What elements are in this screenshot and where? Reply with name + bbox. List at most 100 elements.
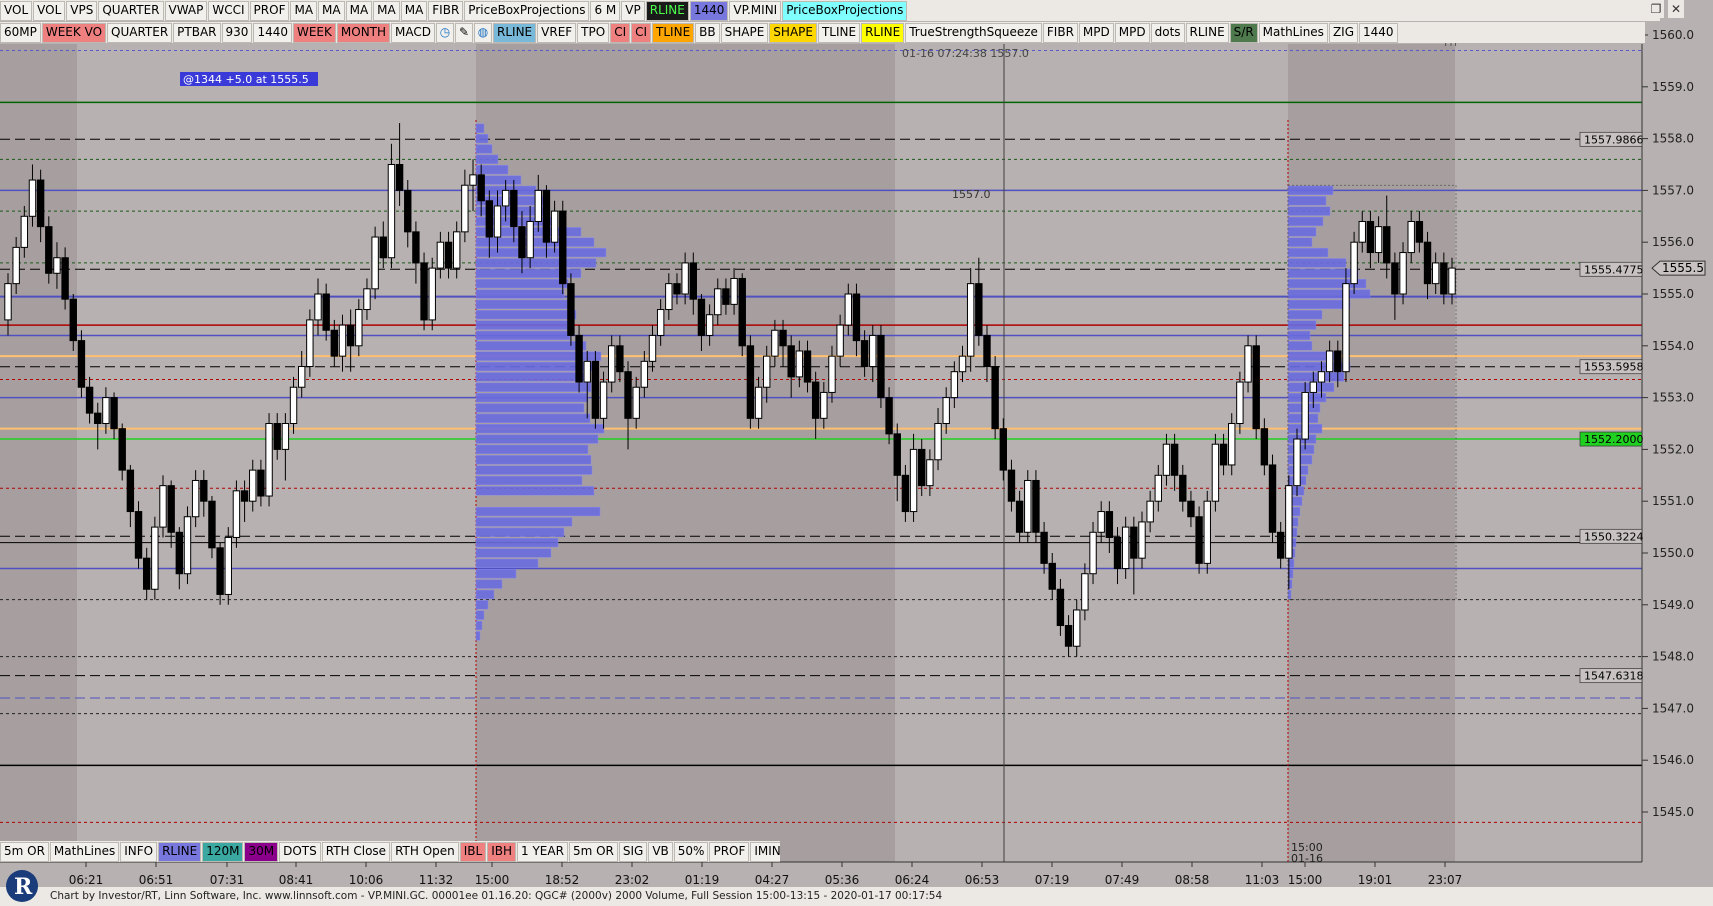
profile-bar: [475, 413, 591, 423]
toolbar-button-fibr[interactable]: FIBR: [428, 0, 464, 21]
toolbar-button-vol[interactable]: VOL: [33, 0, 66, 21]
candle-body: [240, 490, 249, 502]
toolbar-button-priceboxprojections[interactable]: PriceBoxProjections: [464, 0, 590, 21]
toolbar-button-bb[interactable]: BB: [695, 22, 720, 43]
toolbar-button-rline[interactable]: RLINE: [1185, 22, 1229, 43]
toolbar-button-week-vo[interactable]: WEEK VO: [41, 22, 107, 43]
candle-body: [420, 262, 428, 321]
toolbar-button-1440[interactable]: 1440: [1359, 22, 1398, 43]
toolbar-button-120m[interactable]: 120M: [202, 841, 244, 862]
profile-bar: [475, 237, 595, 247]
profile-bar: [475, 475, 583, 486]
level-label: 1557.9866: [1584, 133, 1644, 146]
toolbar-button-mathlines[interactable]: MathLines: [49, 841, 120, 862]
toolbar-button-vb[interactable]: VB: [648, 841, 673, 862]
toolbar-button-macd[interactable]: MACD: [391, 22, 436, 43]
toolbar-button-vwap[interactable]: VWAP: [164, 0, 208, 21]
toolbar-button-mpd[interactable]: MPD: [1078, 22, 1114, 43]
toolbar-button-ci[interactable]: CI: [631, 22, 652, 43]
close-window-icon[interactable]: ✕: [1668, 0, 1684, 18]
toolbar-button-ptbar[interactable]: PTBAR: [173, 22, 221, 43]
profile-bar: [1287, 299, 1351, 310]
toolbar-button-prof[interactable]: PROF: [249, 0, 290, 21]
toolbar-button-ma[interactable]: MA: [318, 0, 345, 21]
toolbar-button-rth-close[interactable]: RTH Close: [321, 841, 391, 862]
toolbar-button-week[interactable]: WEEK: [292, 22, 336, 43]
profile-bar: [475, 133, 489, 144]
toolbar-button-mathlines[interactable]: MathLines: [1258, 22, 1328, 43]
toolbar-button-truestrengthsqueeze[interactable]: TrueStrengthSqueeze: [905, 22, 1042, 43]
price-tick-label: 1545.0: [1652, 805, 1694, 819]
toolbar-button-60mp[interactable]: 60MP: [0, 22, 41, 43]
toolbar-button-vref[interactable]: VREF: [537, 22, 577, 43]
candle-body: [1048, 562, 1056, 590]
toolbar-button-5m-or[interactable]: 5m OR: [568, 841, 618, 862]
candle-body: [469, 174, 477, 186]
toolbar-button-tpo[interactable]: TPO: [577, 22, 610, 43]
candle-body: [1301, 391, 1309, 440]
candle-body: [599, 381, 608, 419]
toolbar-button-quarter[interactable]: QUARTER: [98, 0, 164, 21]
candle-body: [232, 490, 241, 538]
toolbar-button-fibr[interactable]: FIBR: [1042, 22, 1078, 43]
toolbar-button-s-r[interactable]: S/R: [1229, 22, 1258, 43]
globe-icon[interactable]: ◍: [474, 22, 493, 43]
toolbar-button-month[interactable]: MONTH: [336, 22, 391, 43]
toolbar-button-6-m[interactable]: 6 M: [590, 0, 621, 21]
svg-text:R: R: [14, 874, 33, 900]
profile-bar: [475, 392, 589, 403]
toolbar-button-1440[interactable]: 1440: [689, 0, 729, 21]
toolbar-button-shape[interactable]: SHAPE: [720, 22, 769, 43]
toolbar-button-1-year[interactable]: 1 YEAR: [517, 841, 568, 862]
toolbar-button-rth-open[interactable]: RTH Open: [391, 841, 459, 862]
toolbar-button-rline[interactable]: RLINE: [861, 22, 905, 43]
toolbar-button-ma[interactable]: MA: [290, 0, 318, 21]
time-tick-label: 05:36: [825, 873, 860, 887]
toolbar-button-vol[interactable]: VOL: [0, 0, 33, 21]
toolbar-button-ma[interactable]: MA: [373, 0, 400, 21]
toolbar-button-vp-mini[interactable]: VP.MINI: [729, 0, 782, 21]
clock-icon[interactable]: ◷: [436, 22, 455, 43]
pencil-icon[interactable]: ✎: [455, 22, 474, 43]
candle-body: [306, 319, 314, 368]
candle-body: [1195, 516, 1203, 564]
toolbar-button-quarter[interactable]: QUARTER: [107, 22, 173, 43]
toolbar-button-rline[interactable]: RLINE: [645, 0, 689, 21]
toolbar-button-info[interactable]: INFO: [120, 841, 158, 862]
toolbar-button-priceboxprojections[interactable]: PriceBoxProjections: [782, 0, 908, 21]
toolbar-button-ci[interactable]: CI: [610, 22, 631, 43]
toolbar-button-930[interactable]: 930: [221, 22, 253, 43]
profile-bar: [475, 620, 483, 631]
toolbar-button-shape[interactable]: SHAPE: [769, 22, 817, 43]
toolbar-button-ma[interactable]: MA: [345, 0, 373, 21]
toolbar-button-vp[interactable]: VP: [621, 0, 645, 21]
toolbar-button-ma[interactable]: MA: [400, 0, 428, 21]
candle-body: [20, 215, 29, 248]
price-chart[interactable]: 1545.0 1546.0 1547.0 1548.0 1549.0 1550.0 1551…: [0, 0, 1713, 906]
toolbar-button-prof[interactable]: PROF: [709, 841, 750, 862]
toolbar-button-30m[interactable]: 30M: [244, 841, 279, 862]
toolbar-button-zig[interactable]: ZIG: [1328, 22, 1358, 43]
toolbar-button-vps[interactable]: VPS: [66, 0, 98, 21]
toolbar-button-5m-or[interactable]: 5m OR: [0, 841, 49, 862]
restore-window-icon[interactable]: ❐: [1648, 0, 1664, 18]
toolbar-button-ibh[interactable]: IBH: [487, 841, 517, 862]
toolbar-button-tline[interactable]: TLINE: [652, 22, 695, 43]
toolbar-button-rline[interactable]: RLINE: [158, 841, 202, 862]
toolbar-button-1440[interactable]: 1440: [253, 22, 292, 43]
toolbar-button-tline[interactable]: TLINE: [817, 22, 861, 43]
toolbar-button-dots[interactable]: dots: [1150, 22, 1185, 43]
candle-body: [909, 448, 918, 513]
profile-bar: [475, 258, 597, 268]
time-tick-label: 04:27: [755, 873, 790, 887]
toolbar-button-ibl[interactable]: IBL: [459, 841, 487, 862]
time-tick-label: 06:21: [69, 873, 104, 887]
toolbar-button-sig[interactable]: SIG: [618, 841, 648, 862]
toolbar-button-wcci[interactable]: WCCI: [208, 0, 249, 21]
toolbar-button-rline[interactable]: RLINE: [493, 22, 537, 43]
toolbar-button-50[interactable]: 50%: [673, 841, 709, 862]
toolbar-button-dots[interactable]: DOTS: [279, 841, 321, 862]
toolbar-button-mpd[interactable]: MPD: [1114, 22, 1150, 43]
candle-body: [1228, 423, 1236, 466]
toolbar-button-imini[interactable]: IMINI: [750, 841, 780, 862]
